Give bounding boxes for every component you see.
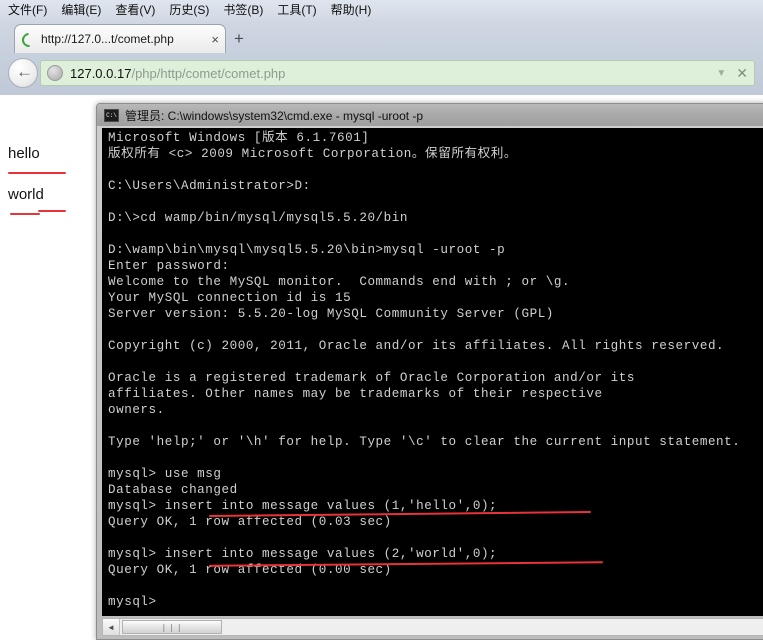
tab-comet-php[interactable]: http://127.0...t/comet.php × <box>14 24 226 53</box>
menu-item-file[interactable]: 文件(F) <box>8 0 47 20</box>
page-text-world: world <box>8 186 44 203</box>
loading-spinner-icon <box>21 32 35 46</box>
navigation-bar: 127.0.0.17/php/http/comet/comet.php ▼ ✕ <box>0 53 763 95</box>
browser-chrome: 文件(F) 编辑(E) 查看(V) 历史(S) 书签(B) 工具(T) 帮助(H… <box>0 0 763 95</box>
browser-window: 文件(F) 编辑(E) 查看(V) 历史(S) 书签(B) 工具(T) 帮助(H… <box>0 0 763 640</box>
cmd-icon: C:\ <box>104 108 119 122</box>
annotation-underline-world-left <box>10 213 40 215</box>
page-text-hello: hello <box>8 145 40 162</box>
url-text: 127.0.0.17/php/http/comet/comet.php <box>70 66 716 81</box>
menu-bar: 文件(F) 编辑(E) 查看(V) 历史(S) 书签(B) 工具(T) 帮助(H… <box>0 0 763 20</box>
annotation-underline-hello <box>8 172 66 174</box>
tab-title: http://127.0...t/comet.php <box>41 32 174 46</box>
menu-item-view[interactable]: 查看(V) <box>115 0 155 20</box>
console-output-area[interactable]: Microsoft Windows [版本 6.1.7601] 版权所有 <c>… <box>102 128 763 616</box>
new-tab-button[interactable]: + <box>234 30 244 47</box>
url-host: 127.0.0.17 <box>70 65 132 81</box>
cmd-console-window[interactable]: C:\ 管理员: C:\windows\system32\cmd.exe - m… <box>96 103 763 640</box>
console-output-text: Microsoft Windows [版本 6.1.7601] 版权所有 <c>… <box>108 131 741 609</box>
menu-item-bookmarks[interactable]: 书签(B) <box>223 0 263 20</box>
console-horizontal-scrollbar[interactable]: ◄ ❘❘❘ <box>102 618 763 636</box>
menu-item-help[interactable]: 帮助(H) <box>331 0 372 20</box>
site-favicon-icon <box>47 65 63 81</box>
scroll-thumb[interactable]: ❘❘❘ <box>122 620 222 634</box>
annotation-underline-world-right <box>38 210 66 212</box>
console-title: 管理员: C:\windows\system32\cmd.exe - mysql… <box>125 108 424 123</box>
scroll-left-arrow-icon[interactable]: ◄ <box>103 619 120 635</box>
close-icon[interactable]: × <box>211 33 219 46</box>
chevron-down-icon[interactable]: ▼ <box>716 68 726 79</box>
url-path: /php/http/comet/comet.php <box>131 65 286 81</box>
menu-item-edit[interactable]: 编辑(E) <box>61 0 101 20</box>
console-title-bar[interactable]: C:\ 管理员: C:\windows\system32\cmd.exe - m… <box>97 104 763 126</box>
tab-strip: http://127.0...t/comet.php × + <box>0 20 763 53</box>
stop-icon[interactable]: ✕ <box>736 66 748 80</box>
back-button[interactable] <box>8 58 38 88</box>
address-bar[interactable]: 127.0.0.17/php/http/comet/comet.php ▼ ✕ <box>40 60 755 86</box>
menu-item-tools[interactable]: 工具(T) <box>277 0 316 20</box>
menu-item-history[interactable]: 历史(S) <box>169 0 209 20</box>
